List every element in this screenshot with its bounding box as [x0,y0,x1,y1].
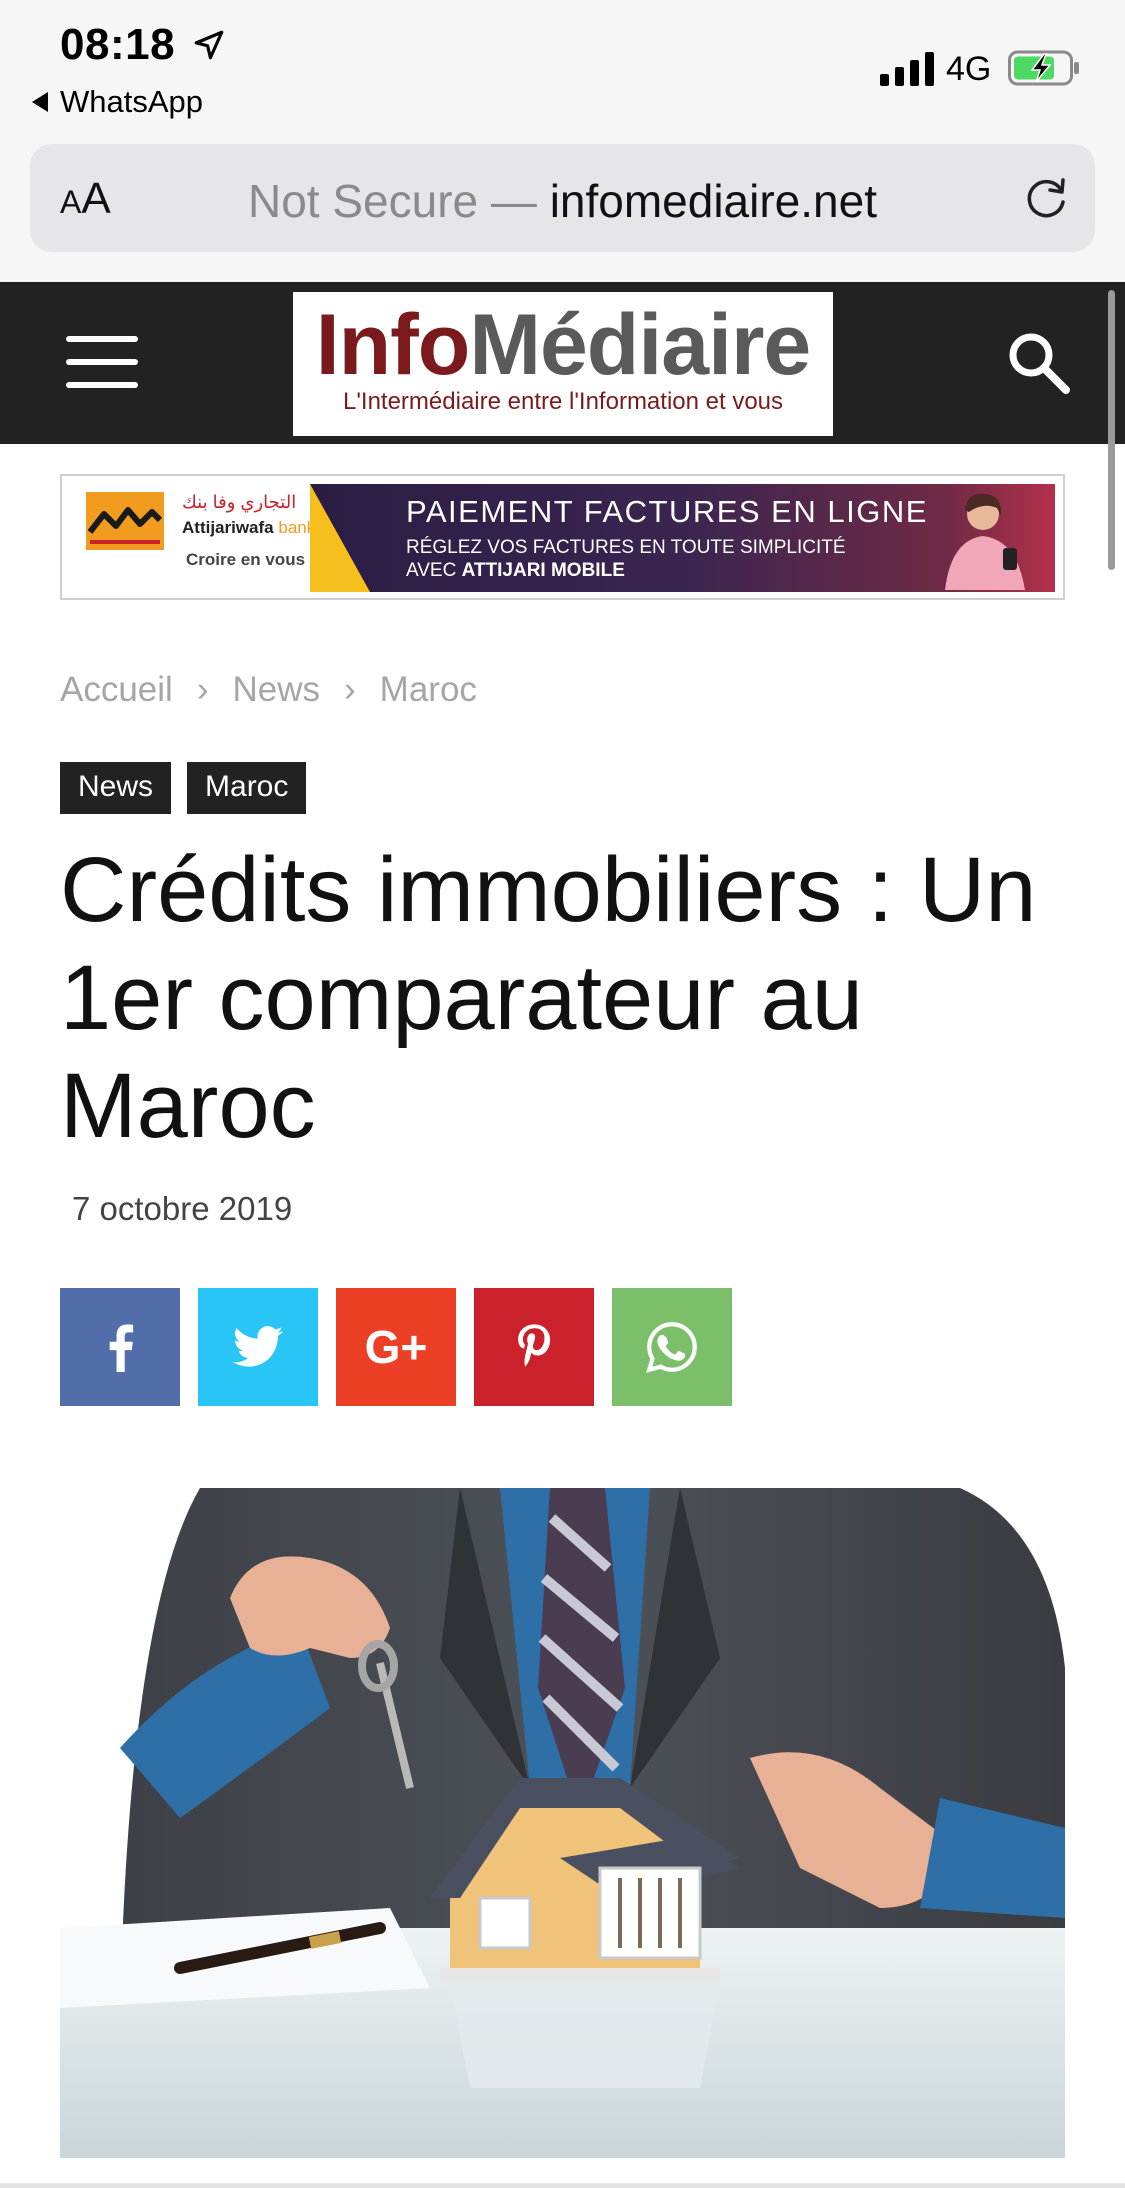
ad-brand-name: Attijariwafa bank [182,518,315,538]
share-pinterest-button[interactable] [474,1288,594,1406]
address-bar[interactable]: AA Not Secure — infomediaire.net [30,144,1095,252]
ad-promo-panel: PAIEMENT FACTURES EN LIGNE RÉGLEZ VOS FA… [310,484,1055,592]
share-facebook-button[interactable] [60,1288,180,1406]
status-time: 08:18 [60,20,176,69]
not-secure-label: Not Secure — [248,175,550,227]
logo-tagline: L'Intermédiaire entre l'Information et v… [342,388,784,415]
page-scrollbar[interactable] [1108,290,1115,570]
tag-maroc[interactable]: Maroc [187,762,307,814]
ad-yellow-accent [310,484,370,592]
article-hero-image[interactable] [60,1488,1065,2158]
url-host: infomediaire.net [549,175,877,227]
ad-slogan: Croire en vous [186,550,306,569]
breadcrumb-item-news[interactable]: News [232,670,320,710]
whatsapp-icon [646,1322,697,1373]
logo-wordmark: InfoMédiaire [293,298,833,392]
logo-info: Info [315,297,471,393]
ad-subtitle-line2: AVEC ATTIJARI MOBILE [406,559,846,582]
status-bar: 08:18 WhatsApp 4G [0,0,1125,130]
hamburger-icon[interactable] [66,336,138,388]
ad-subtitle-prefix: AVEC [406,560,462,581]
ad-woman-with-phone-image [945,493,1025,590]
network-type: 4G [946,50,992,88]
back-app-label: WhatsApp [60,84,204,119]
ad-title: PAIEMENT FACTURES EN LIGNE [406,494,928,529]
logo-mediaire: Médiaire [469,297,811,393]
ad-subtitle: RÉGLEZ VOS FACTURES EN TOUTE SIMPLICITÉ … [406,536,846,582]
businessman-with-house-model-image [60,1488,1065,2158]
share-twitter-button[interactable] [198,1288,318,1406]
article-title: Crédits immobiliers : Un 1er comparateur… [60,839,1037,1157]
cellular-signal-icon [880,52,934,86]
search-icon[interactable] [1004,328,1074,398]
ad-brand-name-text: Attijariwafa [182,518,274,537]
browser-toolbar: AA Not Secure — infomediaire.net [0,130,1125,282]
site-logo[interactable]: InfoMédiaire L'Intermédiaire entre l'Inf… [293,292,833,436]
back-triangle-icon [32,92,48,112]
tag-news[interactable]: News [60,762,172,814]
back-to-app-link[interactable]: WhatsApp [32,84,203,120]
twitter-icon [233,1326,283,1367]
attijariwafa-logo-icon [86,492,164,550]
site-header: InfoMédiaire L'Intermédiaire entre l'Inf… [0,282,1125,444]
ad-subtitle-line1: RÉGLEZ VOS FACTURES EN TOUTE SIMPLICITÉ [406,537,846,558]
share-whatsapp-button[interactable] [612,1288,732,1406]
banner-ad[interactable]: التجاري وفا بنك Attijariwafa bank Croire… [60,474,1065,600]
google-plus-icon: G+ [364,1321,428,1373]
location-arrow-icon [194,30,224,60]
battery-charging-icon [1008,50,1079,86]
ad-subtitle-bold: ATTIJARI MOBILE [461,560,625,581]
breadcrumb-separator: › [344,670,356,709]
bottom-divider [0,2183,1125,2188]
breadcrumb: Accueil › News › Maroc [60,670,477,710]
breadcrumb-item-maroc[interactable]: Maroc [380,670,477,710]
breadcrumb-item-accueil[interactable]: Accueil [60,670,173,710]
ad-brand-block: التجاري وفا بنك Attijariwafa bank Croire… [82,484,332,594]
article-date: 7 octobre 2019 [72,1190,293,1227]
reload-icon[interactable] [1019,172,1073,226]
url-display[interactable]: Not Secure — infomediaire.net [30,174,1095,228]
facebook-icon [109,1324,134,1372]
category-tags: News Maroc [60,762,307,814]
pinterest-icon [518,1324,551,1367]
breadcrumb-separator: › [196,670,209,709]
share-buttons: G+ [60,1288,732,1406]
ad-arabic-name: التجاري وفا بنك [182,492,297,512]
share-google-plus-button[interactable]: G+ [336,1288,456,1406]
